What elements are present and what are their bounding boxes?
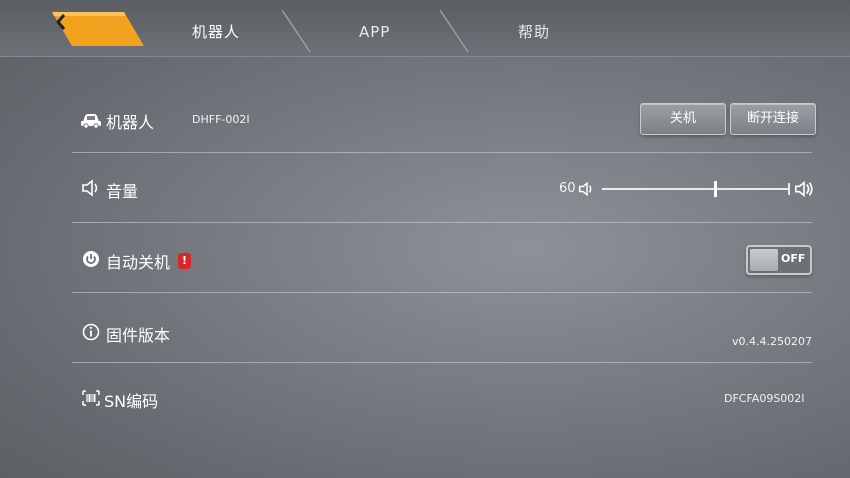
top-nav-bar: 机器人 APP 帮助 xyxy=(0,0,850,57)
divider xyxy=(72,152,812,153)
speaker-icon xyxy=(82,179,98,197)
volume-low-icon[interactable] xyxy=(578,180,596,198)
volume-slider-handle[interactable] xyxy=(713,181,717,197)
toggle-state-label: OFF xyxy=(781,252,806,265)
tab-help[interactable]: 帮助 xyxy=(518,20,550,44)
shutdown-button[interactable]: 关机 xyxy=(640,103,726,135)
volume-high-icon[interactable] xyxy=(794,179,814,199)
tab-separator xyxy=(440,10,469,53)
divider xyxy=(72,222,812,223)
car-icon xyxy=(81,114,101,129)
robot-label: 机器人 xyxy=(106,113,155,132)
firmware-version: v0.4.4.250207 xyxy=(732,335,812,348)
auto-shutdown-label: 自动关机 xyxy=(106,253,171,272)
volume-label: 音量 xyxy=(106,182,139,201)
divider xyxy=(72,292,812,293)
power-icon xyxy=(83,251,99,267)
volume-value: 60 xyxy=(559,181,576,196)
tab-app[interactable]: APP xyxy=(359,20,390,44)
back-chevron-icon xyxy=(56,14,66,30)
alert-badge[interactable]: ! xyxy=(178,253,191,269)
volume-slider-track[interactable] xyxy=(602,188,790,190)
tab-robot[interactable]: 机器人 xyxy=(192,20,240,44)
auto-shutdown-toggle[interactable]: OFF xyxy=(746,245,812,275)
back-button[interactable] xyxy=(52,12,144,46)
slider-end-tick xyxy=(788,183,790,195)
info-icon xyxy=(82,323,100,341)
divider xyxy=(72,362,812,363)
robot-model: DHFF-002I xyxy=(192,113,250,126)
toggle-knob xyxy=(750,249,778,271)
disconnect-button[interactable]: 断开连接 xyxy=(730,103,816,135)
sn-value: DFCFA09S002I xyxy=(724,392,805,405)
firmware-label: 固件版本 xyxy=(106,326,171,345)
barcode-icon xyxy=(82,390,100,406)
tab-separator xyxy=(282,10,311,53)
sn-label: SN编码 xyxy=(104,392,159,411)
